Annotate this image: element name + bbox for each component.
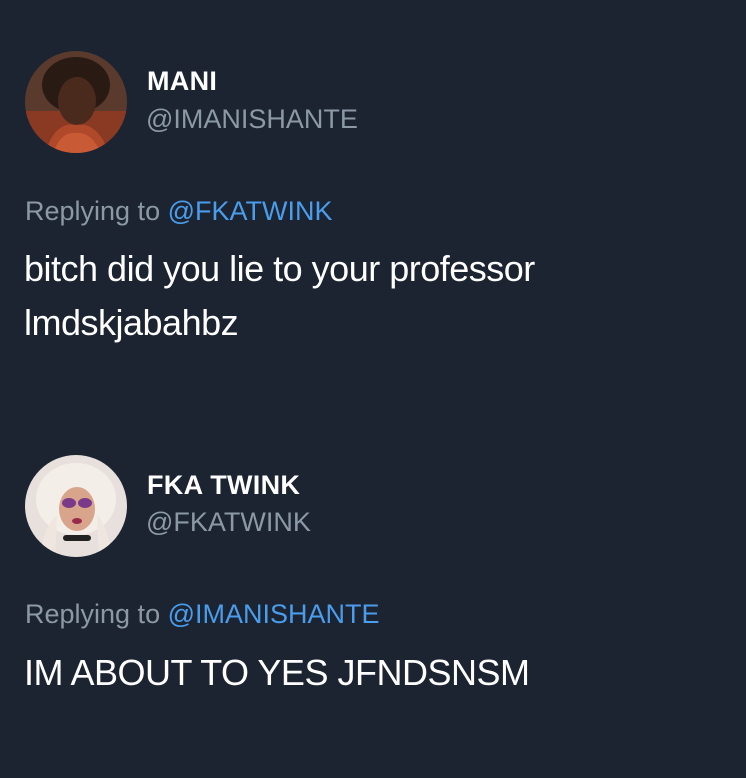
display-name[interactable]: FKA TWINK: [147, 470, 300, 501]
reply-handle-link[interactable]: @IMANISHANTE: [168, 599, 380, 629]
replying-to-line: Replying to @FKATWINK: [25, 196, 333, 227]
replying-to-label: Replying to: [25, 599, 161, 629]
replying-to-line: Replying to @IMANISHANTE: [25, 599, 380, 630]
avatar[interactable]: [25, 455, 127, 557]
replying-to-label: Replying to: [25, 196, 161, 226]
tweet-text-line: lmdskjabahbz: [24, 302, 239, 343]
tweet-text-line: IM ABOUT TO YES JFNDSNSM: [24, 652, 530, 693]
reply-handle-link[interactable]: @FKATWINK: [168, 196, 333, 226]
handle[interactable]: @IMANISHANTE: [146, 104, 358, 135]
tweet-text: IM ABOUT TO YES JFNDSNSM: [24, 646, 530, 700]
display-name[interactable]: MANI: [147, 66, 217, 97]
user-avatar-photo-icon: [25, 51, 127, 153]
user-avatar-photo-icon: [25, 455, 127, 557]
handle[interactable]: @FKATWINK: [146, 507, 311, 538]
tweet-text-line: bitch did you lie to your professor: [24, 248, 535, 289]
tweet-text: bitch did you lie to your professor lmds…: [24, 242, 535, 350]
avatar[interactable]: [25, 51, 127, 153]
